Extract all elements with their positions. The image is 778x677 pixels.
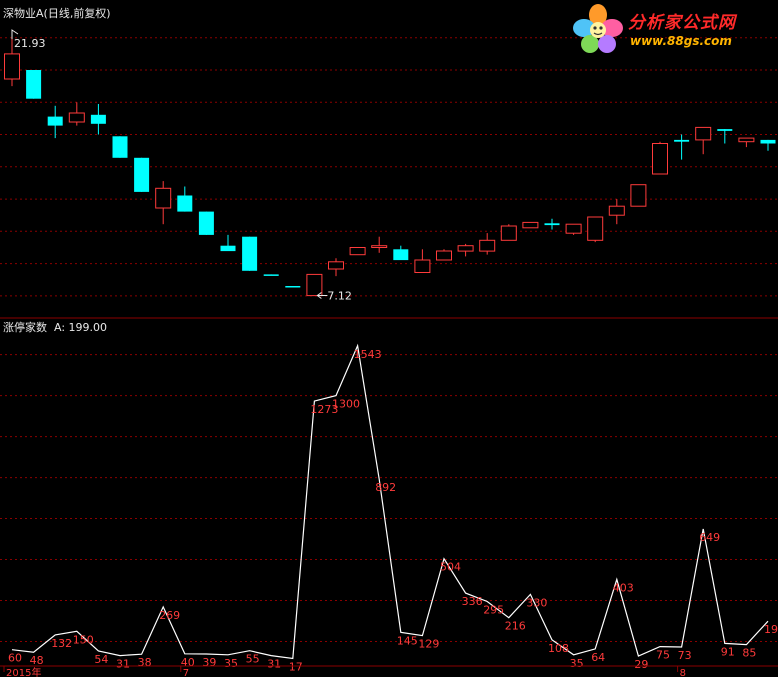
candle-body-up (349, 247, 366, 256)
candle-body-up (457, 245, 474, 252)
candle-body-up (4, 53, 20, 80)
lower-panel-indicator-name: 涨停家数 A: 199.00 (3, 319, 107, 335)
candle-body-up (587, 216, 604, 241)
data-label: 73 (678, 649, 692, 662)
candle-body-down (90, 114, 106, 124)
data-label: 35 (570, 657, 584, 670)
candle-body-up (68, 112, 85, 123)
candle-body-up (522, 221, 539, 229)
data-label: 55 (246, 653, 260, 666)
data-label: 38 (138, 656, 152, 669)
candle-body-up (608, 205, 625, 216)
candle-body-up (371, 245, 388, 248)
data-label: 108 (548, 642, 569, 655)
data-label: 892 (375, 481, 396, 494)
candle-body-up (328, 261, 344, 270)
data-label: 31 (267, 658, 281, 671)
data-label: 48 (30, 654, 44, 667)
data-label: 40 (181, 656, 195, 669)
data-label: 403 (613, 581, 634, 594)
data-label: 295 (483, 604, 504, 617)
data-label: 64 (591, 651, 605, 664)
candle-body-down (674, 139, 690, 142)
candle-body-up (155, 187, 172, 209)
candle-body-up (500, 225, 517, 241)
data-label: 269 (159, 609, 180, 622)
data-label: 29 (634, 658, 648, 671)
candle-body-down (177, 195, 193, 212)
candle-body-down (285, 286, 301, 288)
candle-body-down (47, 116, 63, 126)
data-label: 1543 (354, 348, 382, 361)
candle-body-down (26, 70, 42, 99)
data-label: 199 (764, 623, 778, 636)
candle-body-up (738, 137, 755, 143)
data-label: 145 (397, 634, 418, 647)
indicator-value: A: 199.00 (54, 321, 108, 334)
x-tick-label: 8 (680, 668, 686, 677)
data-labels: 60 48132 15054 31 3826940 39 35 55 31 17127313001… (8, 348, 778, 674)
candle-body-up (479, 239, 496, 252)
stock-chart: 60 48132 15054 31 3826940 39 35 55 31 17127313001… (0, 29, 778, 677)
data-label: 39 (202, 656, 216, 669)
candle-body-down (134, 157, 150, 192)
data-label: 1300 (332, 398, 360, 411)
candle-body-up (306, 273, 323, 297)
data-label: 91 (721, 645, 735, 658)
candle-body-down (112, 136, 128, 158)
candle-body-up (414, 259, 431, 273)
count-line (11, 343, 769, 660)
data-label: 75 (656, 649, 670, 662)
indicator-name: 涨停家数 (3, 321, 47, 334)
min-price-label: 7.12 (327, 290, 352, 303)
candle-body-up (652, 143, 668, 175)
candle-body-down (717, 129, 733, 131)
site-logo: 分析家公式网 www.88gs.com (570, 2, 770, 56)
candle-body-down (198, 211, 214, 235)
data-label: 132 (51, 637, 72, 650)
x-tick-label: 2015年 (6, 666, 41, 677)
candle-body-up (695, 126, 712, 141)
candle-body-down (263, 274, 279, 276)
candle-body-up (630, 184, 647, 207)
data-label: 17 (289, 661, 303, 674)
candle-body-down (220, 245, 236, 252)
data-label: 150 (73, 633, 94, 646)
logo-name: 分析家公式网 (628, 13, 736, 33)
data-label: 336 (462, 595, 483, 608)
candle-body-down (544, 223, 560, 226)
limit-up-count-series (11, 343, 769, 660)
data-label: 85 (742, 647, 756, 660)
extreme-annotations: 21.93 7.12 (11, 29, 352, 303)
candle-body-down (760, 139, 776, 144)
candle-body-down (393, 249, 409, 261)
flower-logo-icon (573, 4, 623, 53)
upper-panel-title: 深物业A(日线,前复权) (3, 7, 111, 20)
max-price-label: 21.93 (14, 37, 46, 50)
candle-body-up (565, 223, 582, 234)
data-label: 504 (440, 561, 461, 574)
x-tick-label: 7 (183, 668, 189, 677)
logo-url: www.88gs.com (630, 34, 732, 48)
data-label: 330 (526, 596, 547, 609)
data-label: 216 (505, 620, 526, 633)
data-label: 54 (94, 653, 108, 666)
data-label: 31 (116, 658, 130, 671)
data-label: 60 (8, 652, 22, 665)
candle-body-up (436, 250, 452, 261)
candle-body-down (242, 236, 258, 271)
data-label: 35 (224, 657, 238, 670)
data-label: 129 (418, 638, 439, 651)
data-label: 649 (699, 531, 720, 544)
